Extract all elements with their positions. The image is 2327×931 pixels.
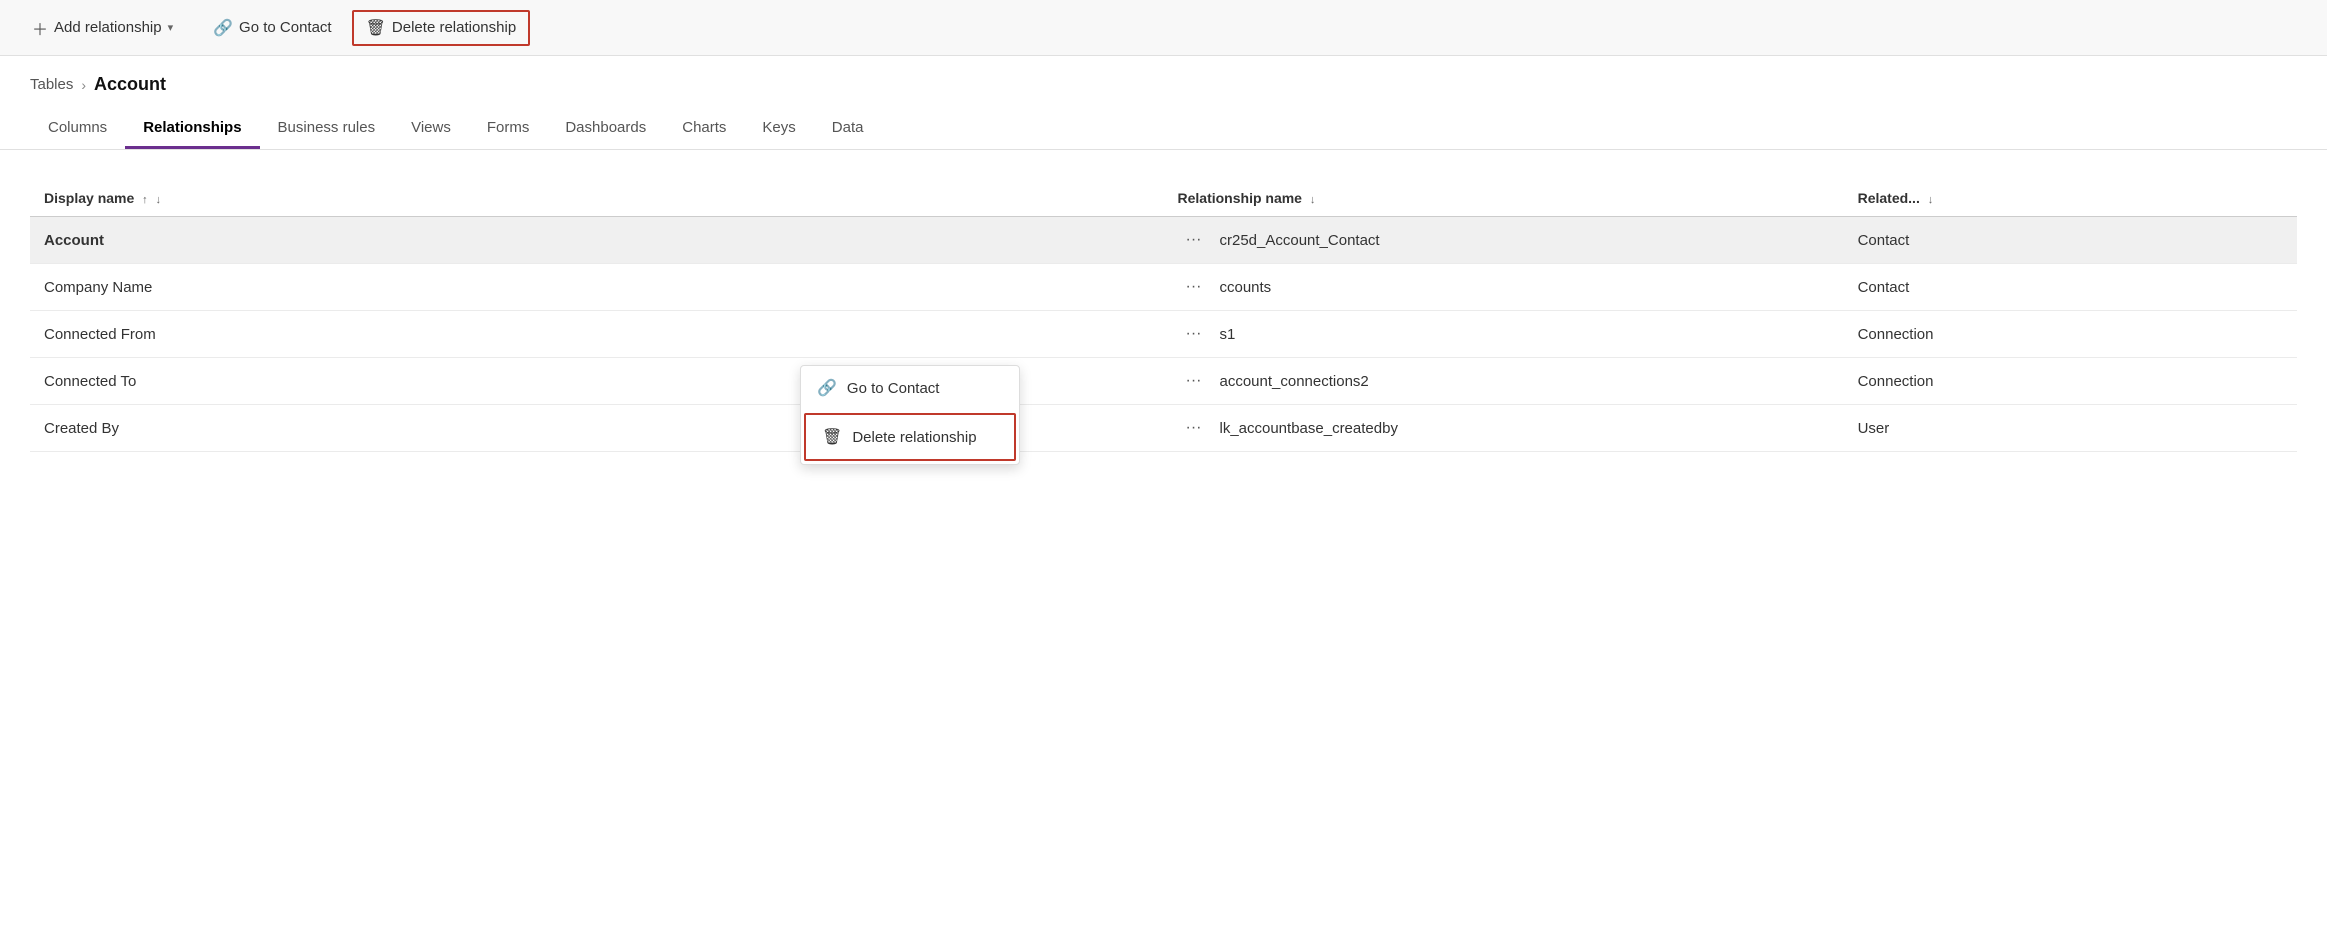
trash-icon: 🗑 [366, 18, 386, 38]
cell-relationship-name: ··· account_connections2 [1164, 358, 1844, 405]
breadcrumb: Tables › Account [0, 56, 2327, 95]
table-row[interactable]: Account ··· cr25d_Account_Contact Contac… [30, 217, 2297, 264]
col-header-related[interactable]: Related... ↓ [1844, 180, 2297, 217]
sort-desc-icon: ↓ [156, 194, 162, 206]
cell-related: Contact [1844, 264, 2297, 311]
cell-relationship-name: ··· s1 [1164, 311, 1844, 358]
main-content: Display name ↑ ↓ Relationship name ↓ Rel… [0, 150, 2327, 452]
sort-icon-rel: ↓ [1310, 194, 1316, 206]
tab-forms[interactable]: Forms [469, 109, 548, 149]
tab-data[interactable]: Data [814, 109, 882, 149]
delete-relationship-label: Delete relationship [392, 19, 516, 36]
go-to-contact-button[interactable]: 🔗 Go to Contact [201, 12, 343, 44]
breadcrumb-current: Account [94, 74, 166, 95]
row-dots-button[interactable]: ··· [1178, 370, 1210, 392]
tab-views[interactable]: Views [393, 109, 469, 149]
cell-display-name: Connected From [30, 311, 1164, 358]
context-delete-relationship[interactable]: 🗑 Delete relationship [804, 413, 1016, 461]
table-row[interactable]: Company Name ··· ccounts Contact [30, 264, 2297, 311]
tab-relationships[interactable]: Relationships [125, 109, 259, 149]
row-dots-button[interactable]: ··· [1178, 276, 1210, 298]
tab-business-rules[interactable]: Business rules [260, 109, 394, 149]
row-dots-button[interactable]: ··· [1178, 323, 1210, 345]
table-row[interactable]: Connected From ··· s1 Connection [30, 311, 2297, 358]
context-go-to-contact-label: Go to Contact [847, 380, 940, 397]
cell-display-name: Company Name [30, 264, 1164, 311]
link-icon: 🔗 [213, 18, 233, 38]
tab-dashboards[interactable]: Dashboards [547, 109, 664, 149]
cell-relationship-name: ··· cr25d_Account_Contact [1164, 217, 1844, 264]
table-row[interactable]: Created By ··· lk_accountbase_createdby … [30, 405, 2297, 452]
link-icon: 🔗 [817, 378, 837, 398]
table-header-row: Display name ↑ ↓ Relationship name ↓ Rel… [30, 180, 2297, 217]
row-dots-button[interactable]: ··· [1178, 417, 1210, 439]
sort-asc-icon: ↑ [142, 194, 148, 206]
trash-icon: 🗑 [822, 427, 842, 447]
row-dots-button[interactable]: ··· [1178, 229, 1210, 251]
tabs-nav: Columns Relationships Business rules Vie… [0, 99, 2327, 150]
col-rel-name-label: Relationship name [1178, 190, 1302, 206]
cell-relationship-name: ··· lk_accountbase_createdby [1164, 405, 1844, 452]
tab-keys[interactable]: Keys [744, 109, 813, 149]
tab-columns[interactable]: Columns [30, 109, 125, 149]
cell-related: Connection [1844, 311, 2297, 358]
col-display-name-label: Display name [44, 190, 134, 206]
col-header-display-name[interactable]: Display name ↑ ↓ [30, 180, 1164, 217]
table-row[interactable]: Connected To ··· account_connections2 Co… [30, 358, 2297, 405]
add-relationship-label: Add relationship [54, 19, 162, 36]
delete-relationship-button[interactable]: 🗑 Delete relationship [352, 10, 531, 46]
tables-breadcrumb-link[interactable]: Tables [30, 76, 73, 93]
context-delete-relationship-label: Delete relationship [852, 429, 976, 446]
sort-icon-related: ↓ [1928, 194, 1934, 206]
context-menu: 🔗 Go to Contact 🗑 Delete relationship [800, 365, 1020, 465]
relationships-table: Display name ↑ ↓ Relationship name ↓ Rel… [30, 180, 2297, 452]
context-go-to-contact[interactable]: 🔗 Go to Contact [801, 366, 1019, 410]
col-related-label: Related... [1858, 190, 1920, 206]
chevron-down-icon: ▾ [168, 21, 174, 34]
cell-relationship-name: ··· ccounts [1164, 264, 1844, 311]
col-header-relationship-name[interactable]: Relationship name ↓ [1164, 180, 1844, 217]
cell-related: Connection [1844, 358, 2297, 405]
plus-icon: ＋ [32, 16, 48, 40]
go-to-contact-label: Go to Contact [239, 19, 332, 36]
toolbar: ＋ Add relationship ▾ 🔗 Go to Contact 🗑 D… [0, 0, 2327, 56]
tab-charts[interactable]: Charts [664, 109, 744, 149]
breadcrumb-separator: › [81, 77, 86, 93]
cell-display-name: Account [30, 217, 1164, 264]
cell-related: User [1844, 405, 2297, 452]
add-relationship-button[interactable]: ＋ Add relationship ▾ [20, 10, 185, 46]
cell-related: Contact [1844, 217, 2297, 264]
